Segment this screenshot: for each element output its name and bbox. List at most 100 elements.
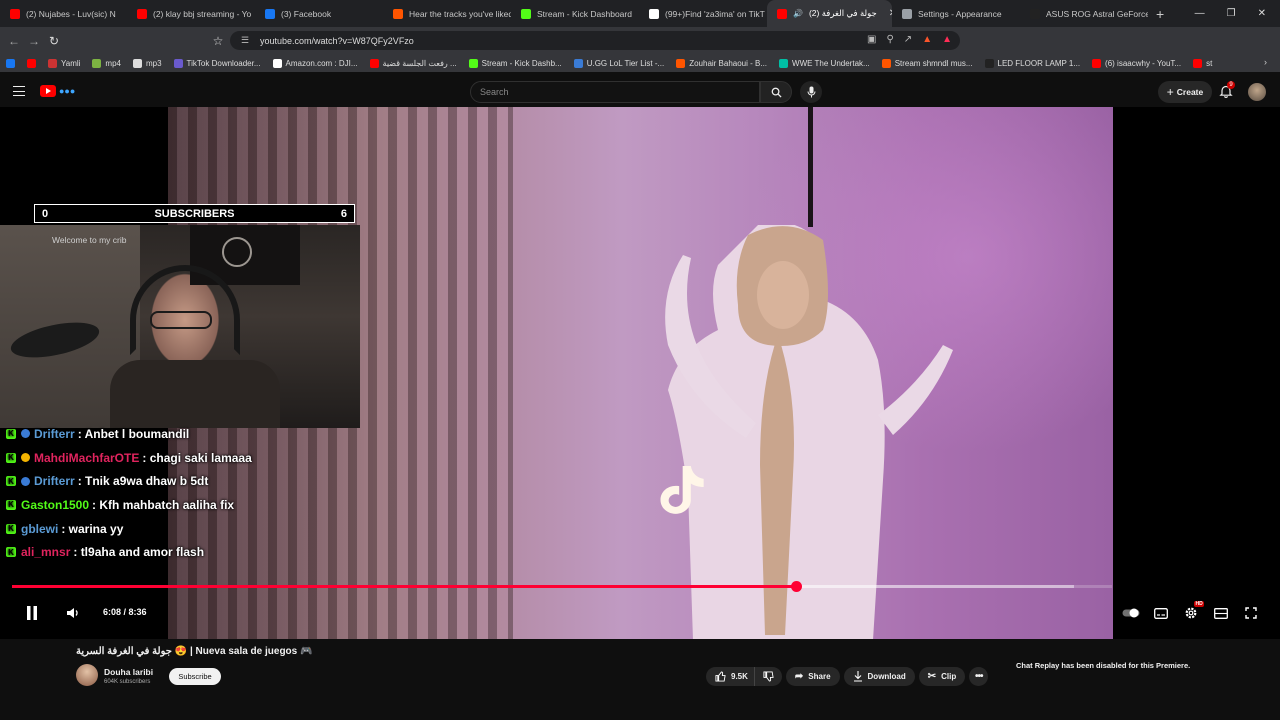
bookmarks-overflow-icon[interactable]: › xyxy=(1264,57,1267,67)
browser-tab[interactable]: Hear the tracks you've liked xyxy=(383,0,511,27)
youtube-logo[interactable]: ●●● xyxy=(40,85,75,97)
volume-button[interactable] xyxy=(64,604,82,622)
share-page-icon[interactable]: ↗ xyxy=(904,34,912,45)
minimize-icon[interactable]: — xyxy=(1195,8,1205,19)
more-actions-button[interactable]: ••• xyxy=(969,667,989,686)
bookmark-label: رفعت الجلسة قضية ... xyxy=(382,58,457,68)
bookmark-label: Amazon.com : DJI... xyxy=(285,58,358,68)
tiktok-logo-icon xyxy=(648,457,708,517)
bookmark-item[interactable]: LED FLOOR LAMP 1... xyxy=(984,58,1080,68)
tab-audio-icon[interactable]: 🔊 xyxy=(793,9,803,18)
browser-tab[interactable]: ASUS ROG Astral GeForce xyxy=(1020,0,1148,27)
bookmark-favicon-icon xyxy=(1193,58,1203,68)
chat-badge-icon xyxy=(21,429,30,439)
share-label: Share xyxy=(808,672,831,681)
bookmark-item[interactable]: رفعت الجلسة قضية ... xyxy=(369,58,457,68)
subscribe-button[interactable]: Subscribe xyxy=(169,668,221,685)
zoom-icon[interactable]: ⚲ xyxy=(886,34,893,45)
browser-tab[interactable]: Stream - Kick Dashboard xyxy=(511,0,639,27)
browser-tab[interactable]: (2) Nujabes - Luv(sic) N xyxy=(0,0,127,27)
bookmark-item[interactable]: TikTok Downloader... xyxy=(173,58,261,68)
brave-shield-icon[interactable]: ▲ xyxy=(922,34,932,45)
cast-icon[interactable]: ▣ xyxy=(867,34,876,45)
notification-count-badge: 9 xyxy=(1227,81,1235,89)
account-avatar[interactable] xyxy=(1248,83,1266,101)
close-window-icon[interactable]: ✕ xyxy=(1258,8,1266,19)
forward-icon[interactable]: → xyxy=(24,34,44,48)
bookmark-favicon-icon xyxy=(676,58,686,68)
bookmark-item[interactable]: Amazon.com : DJI... xyxy=(272,58,358,68)
bookmark-favicon-icon xyxy=(48,58,57,68)
bookmark-item[interactable]: mp4 xyxy=(92,58,121,68)
bookmark-item[interactable] xyxy=(27,58,36,68)
fullscreen-button[interactable] xyxy=(1242,604,1260,622)
browser-tab[interactable]: (2) klay bbj streaming - Yo xyxy=(127,0,255,27)
url-field[interactable]: ☰ youtube.com/watch?v=W87QFy2VFzo ▣ ⚲ ↗ … xyxy=(230,31,960,50)
search-button[interactable] xyxy=(760,81,792,103)
bookmark-star-icon[interactable]: ☆ xyxy=(208,34,228,48)
bookmark-item[interactable]: Stream shmndl mus... xyxy=(881,58,973,68)
search-input[interactable]: Search xyxy=(470,81,760,103)
bookmark-item[interactable]: st xyxy=(1193,58,1212,68)
tab-label: (2) جولة في الغرفة xyxy=(808,8,877,18)
shirt xyxy=(110,360,280,428)
video-title: جولة في الغرفة السرية 😍 | Nueva sala de … xyxy=(76,646,313,657)
chat-badge-icon xyxy=(21,476,30,486)
browser-tab[interactable]: 🔊(2) جولة في الغرفة✕ xyxy=(767,0,892,27)
chat-text: : warina yy xyxy=(61,521,124,536)
chat-text: : Tnik a9wa dhaw b 5dt xyxy=(77,474,209,489)
reload-icon[interactable]: ↻ xyxy=(44,34,64,48)
bookmark-favicon-icon xyxy=(369,58,379,68)
bookmark-favicon-icon xyxy=(468,58,478,68)
dislike-button[interactable] xyxy=(753,667,782,686)
tab-favicon-icon xyxy=(265,8,275,19)
omnibox-icons: ▣ ⚲ ↗ ▲ ▲ xyxy=(867,34,952,45)
browser-tab[interactable]: Settings - Appearance xyxy=(892,0,1020,27)
skull-icon xyxy=(222,237,252,267)
channel-name[interactable]: Douha laribi xyxy=(104,667,153,677)
bookmark-item[interactable] xyxy=(6,58,15,68)
pause-button[interactable] xyxy=(24,604,40,622)
clip-button[interactable]: ✂ Clip xyxy=(918,667,966,686)
seek-bar[interactable] xyxy=(12,581,1112,592)
create-button[interactable]: + Create xyxy=(1158,81,1212,103)
subscriber-goal-bar: 0 SUBSCRIBERS 6 xyxy=(34,204,355,223)
subtitles-button[interactable] xyxy=(1152,604,1170,622)
new-tab-icon[interactable]: + xyxy=(1148,6,1172,22)
bookmark-item[interactable]: WWE The Undertak... xyxy=(779,58,870,68)
rewards-icon[interactable]: ▲ xyxy=(942,34,952,45)
bookmark-label: (6) isaacwhy - YouT... xyxy=(1105,58,1182,68)
hamburger-menu-icon[interactable] xyxy=(13,86,25,96)
autoplay-toggle[interactable] xyxy=(1122,604,1140,622)
restore-icon[interactable]: ❐ xyxy=(1227,8,1236,19)
download-button[interactable]: Download xyxy=(843,667,915,686)
channel-avatar[interactable] xyxy=(76,664,98,686)
tab-label: ASUS ROG Astral GeForce xyxy=(1046,8,1148,19)
voice-search-button[interactable] xyxy=(800,81,822,103)
theater-mode-button[interactable] xyxy=(1212,604,1230,622)
bookmark-item[interactable]: Zouhair Bahaoui - B... xyxy=(676,58,767,68)
tab-favicon-icon xyxy=(521,8,531,19)
bookmark-item[interactable]: U.GG LoL Tier List -... xyxy=(573,58,664,68)
bookmark-favicon-icon xyxy=(881,58,891,68)
bookmark-label: Yamli xyxy=(61,58,81,68)
sub-goal-label: SUBSCRIBERS xyxy=(154,207,235,220)
back-icon[interactable]: ← xyxy=(4,34,24,48)
played-bar xyxy=(12,585,797,588)
browser-tab[interactable]: (3) Facebook xyxy=(255,0,383,27)
browser-tab[interactable]: (99+)Find 'za3ima' on TikT xyxy=(639,0,767,27)
bookmark-item[interactable]: Yamli xyxy=(48,58,81,68)
download-icon xyxy=(853,671,862,682)
tab-label: (2) klay bbj streaming - Yo xyxy=(153,8,252,19)
tab-favicon-icon xyxy=(649,8,659,19)
bookmark-item[interactable]: (6) isaacwhy - YouT... xyxy=(1092,58,1182,68)
like-button[interactable]: 9.5K xyxy=(706,667,754,686)
site-info-icon[interactable]: ☰ xyxy=(241,35,249,46)
subtitles-icon xyxy=(1154,607,1168,619)
bookmark-item[interactable]: mp3 xyxy=(132,58,162,68)
microphone-icon xyxy=(807,86,815,98)
bookmark-item[interactable]: Stream - Kick Dashb... xyxy=(468,58,562,68)
share-icon: ➦ xyxy=(794,671,804,682)
share-button[interactable]: ➦ Share xyxy=(785,667,840,686)
bookmark-label: WWE The Undertak... xyxy=(792,58,870,68)
